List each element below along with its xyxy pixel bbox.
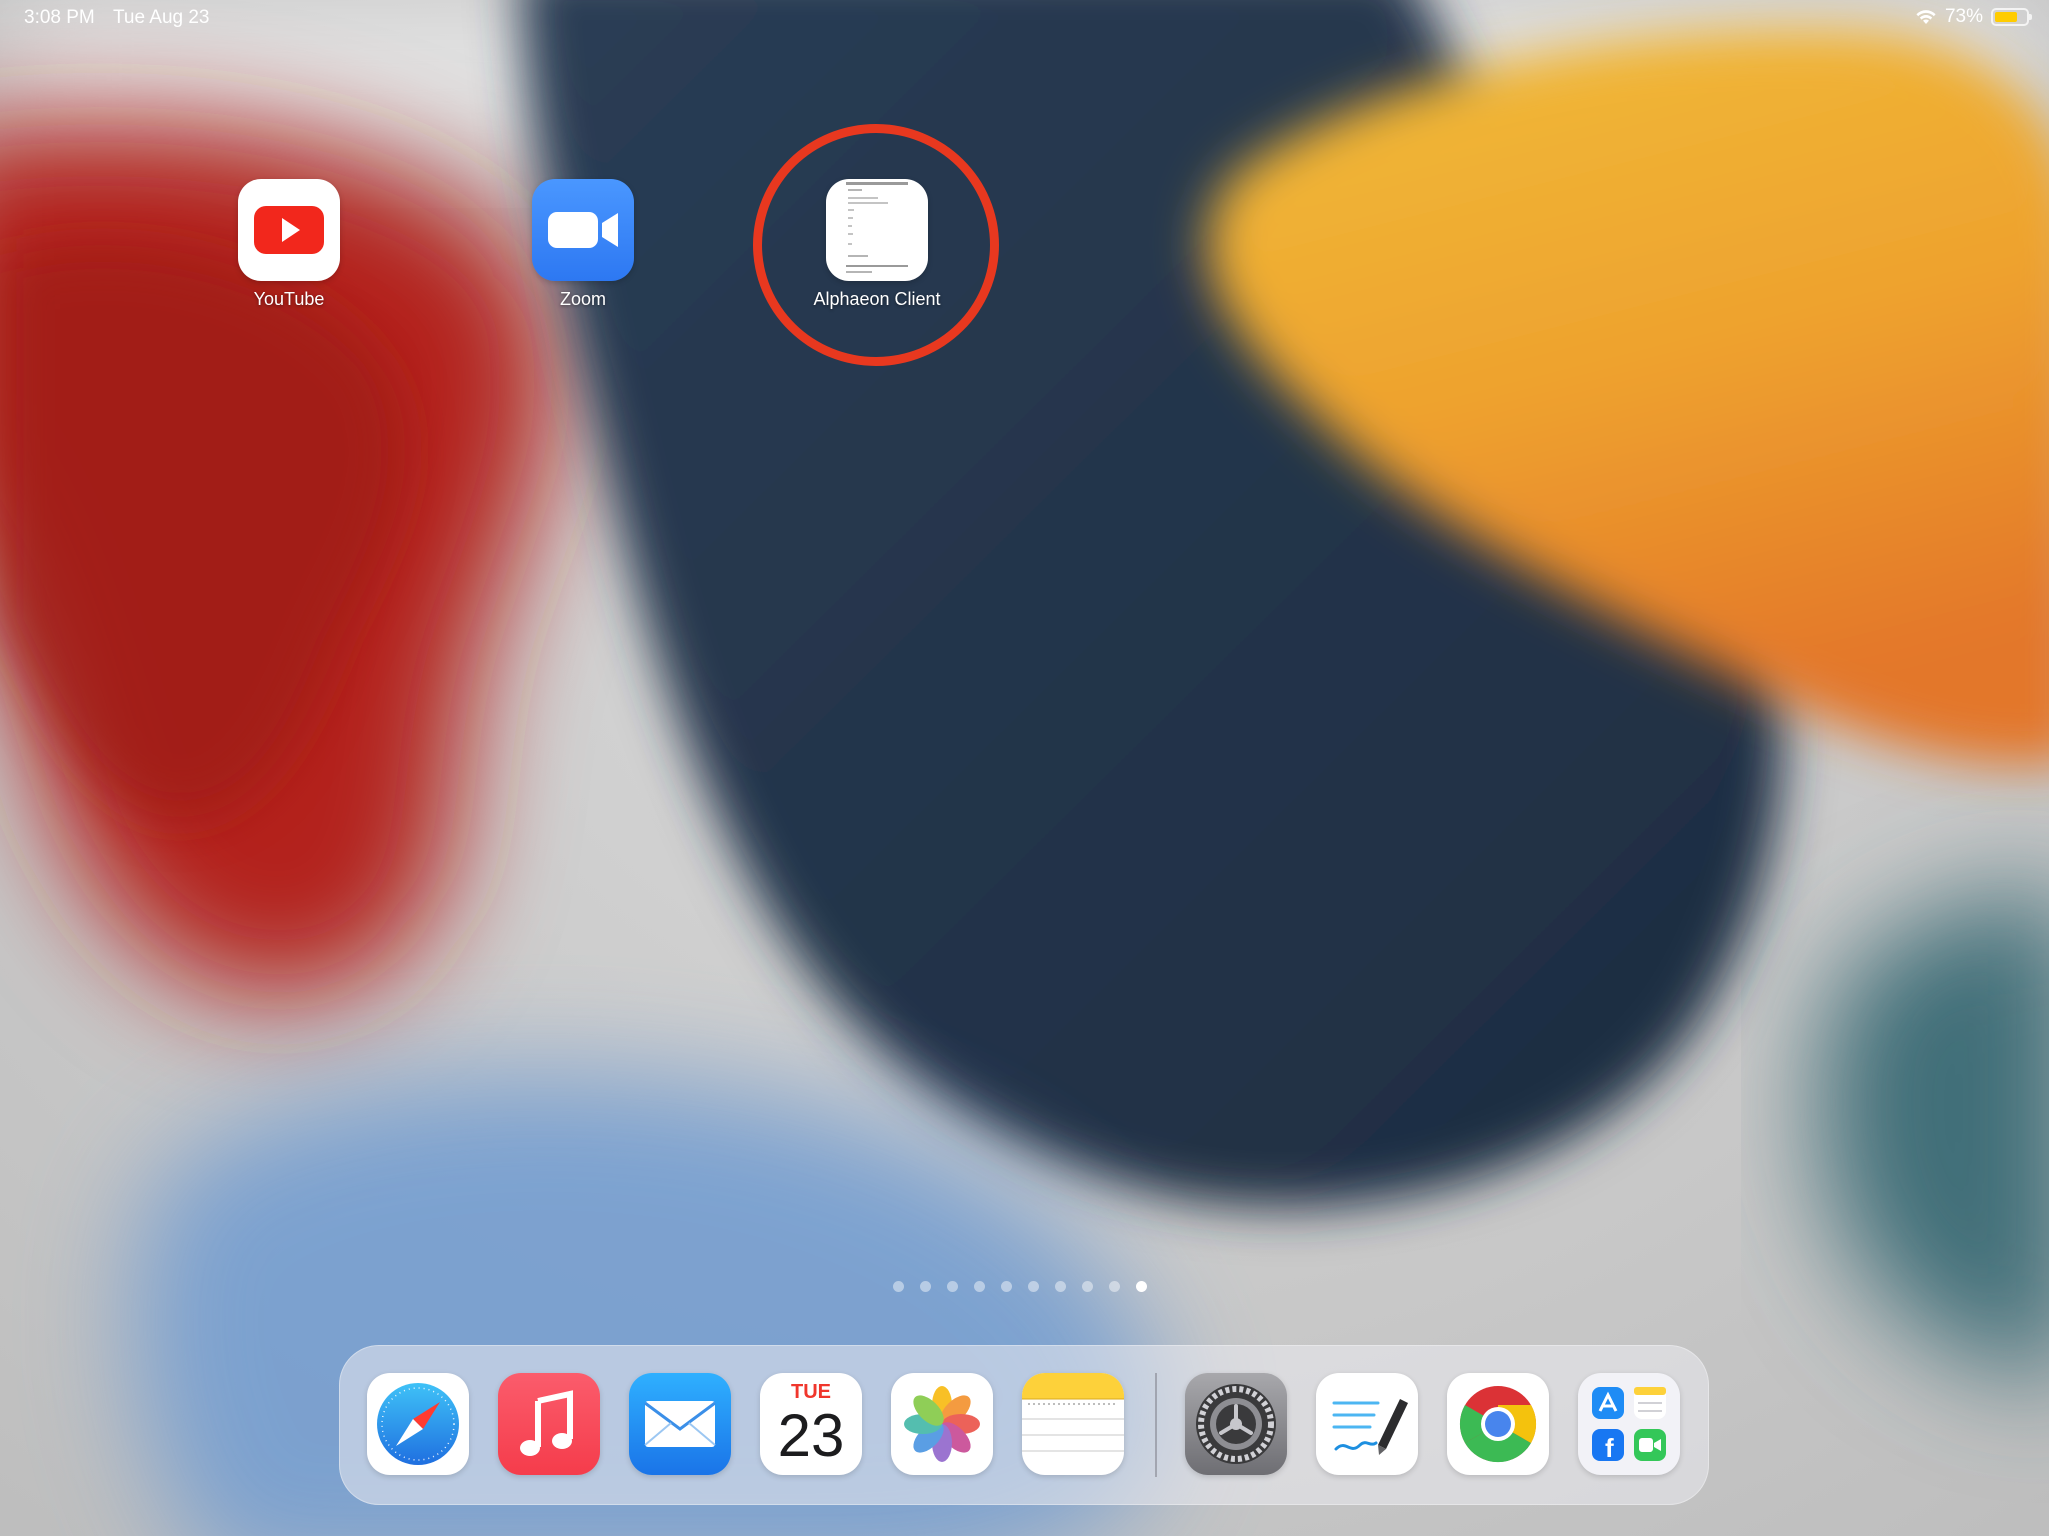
battery-percentage: 73% [1944, 6, 1983, 27]
dock-app-notes[interactable] [1022, 1373, 1124, 1475]
dock-app-photos[interactable] [891, 1373, 993, 1475]
photos-icon [904, 1386, 980, 1462]
dock-app-calendar[interactable]: TUE 23 [760, 1373, 862, 1475]
freeform-icon [1332, 1399, 1408, 1455]
ipad-home-screen: 3:08 PM Tue Aug 23 73% YouTube Zoom Alph… [0, 0, 2049, 1536]
dock-app-chrome[interactable] [1447, 1373, 1549, 1475]
page-dot[interactable] [1028, 1281, 1039, 1292]
battery-icon [1991, 8, 2032, 26]
alphaeon-client-icon [826, 179, 928, 281]
settings-icon [1196, 1384, 1276, 1464]
status-indicators: 73% [1915, 6, 2032, 28]
battery-fill [1995, 12, 2017, 22]
page-dot[interactable] [974, 1281, 985, 1292]
music-icon [520, 1390, 573, 1456]
page-dot[interactable] [1082, 1281, 1093, 1292]
wifi-icon [1916, 10, 1936, 24]
safari-icon [377, 1383, 459, 1465]
app-label: Alphaeon Client [813, 289, 941, 309]
zoom-icon [532, 179, 634, 281]
page-dot[interactable] [1055, 1281, 1066, 1292]
dock-divider [1155, 1373, 1157, 1477]
calendar-icon: TUE 23 [760, 1373, 862, 1475]
app-library-icon: f [1592, 1387, 1666, 1463]
page-dot[interactable] [1136, 1281, 1147, 1292]
calendar-date: 23 [777, 1402, 845, 1469]
chrome-icon [1459, 1386, 1537, 1463]
notes-icon [1022, 1373, 1124, 1452]
app-label: YouTube [253, 289, 325, 309]
app-zoom[interactable]: Zoom [498, 179, 668, 310]
app-label: Zoom [559, 289, 606, 309]
dock-app-library[interactable]: f [1578, 1373, 1680, 1475]
page-indicator[interactable] [893, 1281, 1147, 1292]
dock: TUE 23 f [339, 1345, 1709, 1505]
page-dot[interactable] [1109, 1281, 1120, 1292]
dock-app-music[interactable] [498, 1373, 600, 1475]
dock-app-settings[interactable] [1185, 1373, 1287, 1475]
status-date: Tue Aug 23 [113, 7, 210, 28]
youtube-icon [238, 179, 340, 281]
app-youtube[interactable]: YouTube [204, 179, 374, 310]
app-alphaeon-client[interactable]: Alphaeon Client [792, 179, 962, 310]
dock-app-safari[interactable] [367, 1373, 469, 1475]
page-dot[interactable] [1001, 1281, 1012, 1292]
page-dot[interactable] [947, 1281, 958, 1292]
mail-icon [644, 1401, 716, 1447]
status-bar: 3:08 PM Tue Aug 23 73% [0, 0, 2049, 36]
dock-app-mail[interactable] [629, 1373, 731, 1475]
page-dot[interactable] [893, 1281, 904, 1292]
page-dot[interactable] [920, 1281, 931, 1292]
status-time: 3:08 PM [24, 7, 95, 28]
svg-text:f: f [1605, 1433, 1614, 1463]
dock-app-freeform[interactable] [1316, 1373, 1418, 1475]
